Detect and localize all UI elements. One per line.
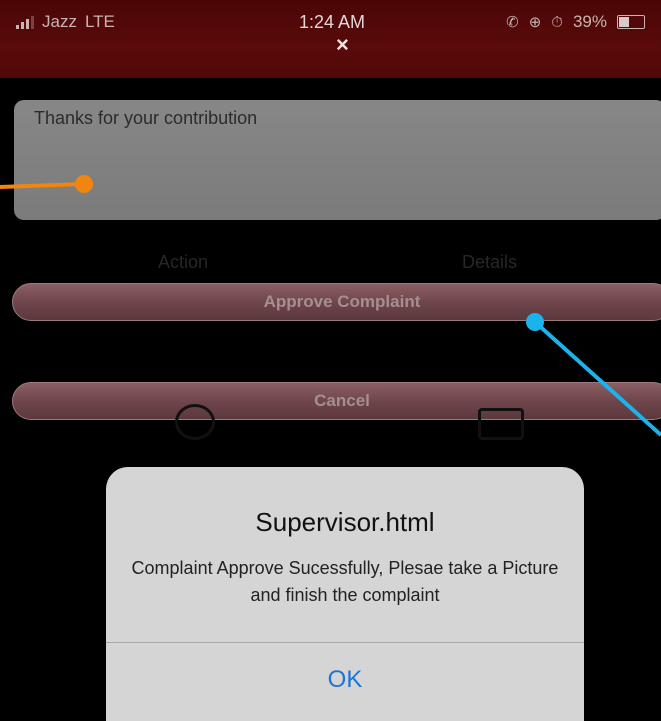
alert-dialog: Supervisor.html Complaint Approve Sucess…	[106, 467, 584, 721]
blue-pointer-dot	[526, 313, 544, 331]
alert-title: Supervisor.html	[255, 507, 435, 537]
alert-message: Complaint Approve Sucessfully, Plesae ta…	[131, 558, 559, 605]
blue-pointer-line	[533, 320, 661, 437]
orange-pointer-dot	[75, 175, 93, 193]
ok-button[interactable]: OK	[106, 643, 584, 721]
orange-pointer-line	[0, 182, 85, 189]
